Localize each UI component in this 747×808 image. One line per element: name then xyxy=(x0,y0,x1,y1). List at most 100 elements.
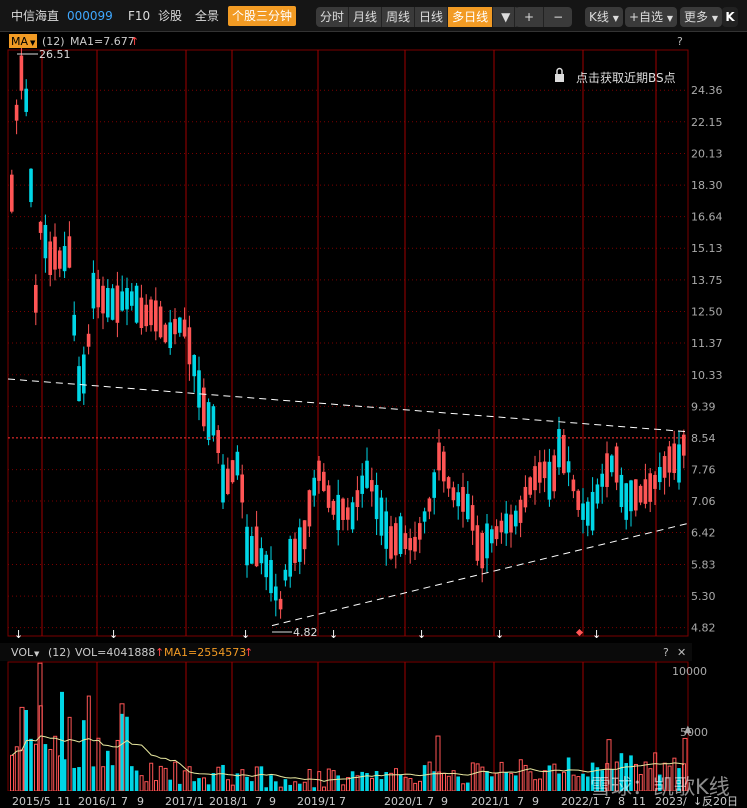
time-axis-label: 9 xyxy=(269,795,276,808)
price-tick-label: 15.13 xyxy=(691,242,723,255)
volume-bar xyxy=(514,775,518,791)
scroll-up-icon[interactable]: ▲ xyxy=(684,724,692,735)
three-minute-button[interactable]: 个股三分钟 xyxy=(228,6,297,26)
sell-signal-arrow: ↓ xyxy=(14,628,23,641)
candle-body xyxy=(43,224,48,259)
bs-hint-link[interactable]: 点击获取近期BS点 xyxy=(576,71,676,85)
candle-body xyxy=(528,477,532,495)
time-axis-label: 2021/1 xyxy=(471,795,510,808)
kline-menu-button[interactable]: K线 ▼ xyxy=(585,7,623,27)
panorama-button[interactable]: 全景 xyxy=(195,6,219,26)
tab-monthly[interactable]: 月线 xyxy=(349,7,383,27)
volume-bar xyxy=(307,769,312,792)
candle-body xyxy=(389,526,393,559)
sell-signal-arrow: ↓ xyxy=(241,628,250,641)
help-icon[interactable]: ? xyxy=(663,646,669,659)
candle-body xyxy=(24,88,28,112)
volume-bar xyxy=(576,776,581,792)
price-tick-label: 6.42 xyxy=(691,527,716,540)
candle-body xyxy=(163,324,168,343)
tab-intraday[interactable]: 分时 xyxy=(316,7,350,27)
candle-body xyxy=(240,474,244,503)
arrow-up-icon: ↑ xyxy=(244,646,253,659)
candle-body xyxy=(14,104,19,121)
app-logo[interactable]: K xyxy=(722,7,738,27)
volume-bar xyxy=(86,695,91,792)
candle-body xyxy=(350,502,355,530)
trendline-upper xyxy=(7,378,689,433)
volume-bar xyxy=(14,746,19,792)
more-button[interactable]: 更多 ▼ xyxy=(680,7,722,27)
chevron-down-icon[interactable]: ▼ xyxy=(34,650,40,658)
candle-body xyxy=(72,314,76,336)
candle-body xyxy=(547,461,552,500)
volume-bar xyxy=(317,771,322,792)
price-tick-label: 4.82 xyxy=(691,622,716,635)
volume-bar xyxy=(533,779,538,792)
volume-bar xyxy=(173,761,178,792)
add-watchlist-label: +自选 xyxy=(629,10,664,24)
f10-button[interactable]: F10 xyxy=(128,6,150,26)
sell-signal-arrow: ↓ xyxy=(109,628,118,641)
volume-bar xyxy=(480,766,485,792)
candle-body xyxy=(398,516,403,555)
close-icon[interactable]: ✕ xyxy=(677,646,686,659)
volume-bar xyxy=(202,777,206,792)
zoom-in-button[interactable]: + xyxy=(515,7,545,27)
tab-daily[interactable]: 日线 xyxy=(415,7,449,27)
price-tick-label: 13.75 xyxy=(691,274,723,287)
candle-body xyxy=(509,514,513,533)
time-axis-label: 2017/1 xyxy=(165,795,204,808)
volume-bar xyxy=(581,773,585,791)
time-axis-label: 2018/1 xyxy=(209,795,248,808)
volume-bar xyxy=(106,750,110,791)
volume-bar xyxy=(60,691,64,791)
candle-body xyxy=(653,474,657,489)
volume-bar xyxy=(456,776,460,791)
candle-body xyxy=(211,406,216,436)
chevron-down-icon: ▼ xyxy=(30,39,36,47)
add-watchlist-button[interactable]: +自选 ▼ xyxy=(625,7,678,27)
candles xyxy=(10,40,686,619)
diagnose-button[interactable]: 诊股 xyxy=(158,6,182,26)
volume-bar xyxy=(91,766,96,791)
lock-icon[interactable] xyxy=(555,67,564,83)
candle-body xyxy=(58,250,62,269)
sell-signal-arrow: ↓ xyxy=(592,628,601,641)
help-icon[interactable]: ? xyxy=(677,35,683,48)
candle-body xyxy=(221,464,225,503)
kline-label: K线 xyxy=(589,10,609,24)
zoom-out-button[interactable]: − xyxy=(544,7,572,27)
volume-bar xyxy=(192,781,196,791)
price-tick-label: 5.30 xyxy=(691,590,716,603)
kline-chart[interactable]: 24.36 22.15 20.13 18.30 16.64 15.13 13.75 12.50… xyxy=(0,32,747,808)
candle-body xyxy=(312,477,316,496)
volume-bar xyxy=(461,783,466,792)
volume-bar xyxy=(77,767,81,791)
volume-bar xyxy=(518,759,523,792)
volume-bar xyxy=(418,780,422,792)
volume-ma-value: MA1=2554573 xyxy=(164,646,246,659)
stock-code[interactable]: 000099 xyxy=(67,6,113,26)
volume-bar xyxy=(278,786,283,792)
volume-bar xyxy=(379,779,384,791)
volume-bar xyxy=(211,773,216,791)
candle-body xyxy=(230,460,235,483)
candle-body xyxy=(139,297,144,329)
volume-bar xyxy=(442,772,446,792)
candle-body xyxy=(173,318,177,335)
candle-body xyxy=(562,435,566,474)
volume-bar xyxy=(72,767,76,791)
more-label: 更多 xyxy=(684,10,709,24)
sell-signal-arrow: ↓ xyxy=(329,628,338,641)
candle-body xyxy=(226,468,230,494)
candle-body xyxy=(106,288,110,318)
volume-bar xyxy=(37,662,43,792)
volume-bar xyxy=(264,787,268,791)
candle-body xyxy=(216,430,220,453)
volume-indicator-name[interactable]: VOL xyxy=(11,646,34,659)
candle-body xyxy=(149,299,153,326)
tab-weekly[interactable]: 周线 xyxy=(382,7,416,27)
volume-bar xyxy=(134,770,139,791)
tab-multi-day[interactable]: 多日线 xyxy=(448,7,494,27)
